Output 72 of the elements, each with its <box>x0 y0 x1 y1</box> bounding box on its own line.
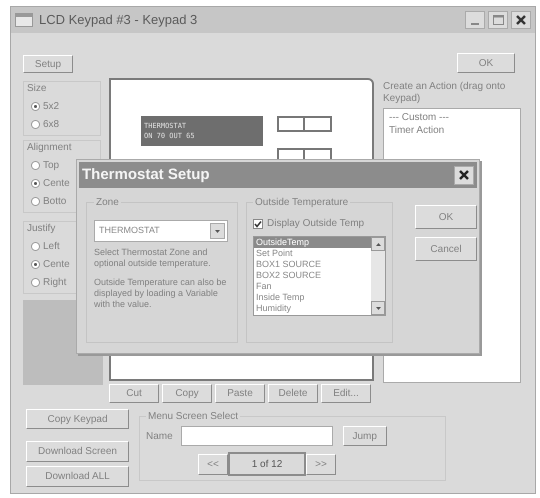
close-button[interactable] <box>454 166 474 184</box>
page-indicator: 1 of 12 <box>228 452 306 476</box>
list-item[interactable]: OutsideTemp <box>254 237 371 248</box>
name-field[interactable] <box>180 426 333 446</box>
down-arrow-icon <box>376 306 380 310</box>
radio-button[interactable] <box>31 102 40 111</box>
group-label: Justify <box>27 222 56 236</box>
edit-button[interactable]: Cut <box>109 384 159 403</box>
dialog-button[interactable]: Cancel <box>415 237 477 261</box>
name-label: Name <box>146 430 173 444</box>
maximize-icon <box>492 15 504 25</box>
minimize-button[interactable] <box>465 11 485 29</box>
note-text: Outside Temperature can also be displayed by loading a Variable with the value. <box>94 277 228 310</box>
group-label: Outside Temperature <box>254 196 350 210</box>
action-item[interactable]: --- Custom --- <box>389 111 515 124</box>
group-label: Alignment <box>27 141 72 155</box>
radio-button[interactable] <box>31 278 40 287</box>
action-button[interactable]: Copy Keypad <box>26 409 129 429</box>
checkbox[interactable] <box>253 218 263 228</box>
radio-label: Top <box>43 159 60 173</box>
radio-label: Cente <box>43 258 70 272</box>
list-item[interactable]: BOX1 SOURCE <box>254 259 371 270</box>
ok-button[interactable]: OK <box>457 53 515 73</box>
group-label: Zone <box>95 196 120 210</box>
radio-button[interactable] <box>31 242 40 251</box>
actions-label: Create an Action (drag onto Keypad) <box>383 81 506 105</box>
list-item[interactable]: Humidity <box>254 303 371 314</box>
group-label: Size <box>27 82 48 96</box>
next-button[interactable]: >> <box>306 454 336 474</box>
dropdown-button[interactable] <box>210 223 225 239</box>
scrollbar[interactable] <box>371 237 385 315</box>
minimize-icon <box>471 23 479 25</box>
edit-button[interactable]: Edit... <box>321 384 371 403</box>
edit-button[interactable]: Copy <box>162 384 212 403</box>
list-item[interactable]: Inside Temp <box>254 292 371 303</box>
radio-button[interactable] <box>31 161 40 170</box>
window-icon <box>15 13 33 27</box>
radio-label: 6x8 <box>43 118 60 132</box>
action-button[interactable]: Download Screen <box>26 441 129 462</box>
radio-label: Right <box>43 276 66 290</box>
radio-button[interactable] <box>31 197 40 206</box>
close-button[interactable] <box>511 11 531 29</box>
group-label: Menu Screen Select <box>147 410 240 424</box>
radio-button[interactable] <box>31 120 40 129</box>
radio-label: Botto <box>43 195 66 209</box>
caret-icon <box>215 230 220 232</box>
window-title: LCD Keypad #3 - Keypad 3 <box>39 11 198 30</box>
radio-label: 5x2 <box>43 100 60 114</box>
previous-button[interactable]: << <box>198 454 228 474</box>
radio-label: Cente <box>43 177 70 191</box>
list-item[interactable]: Fan <box>254 281 371 292</box>
help-text: Select Thermostat Zone and optional outside temperature. <box>94 247 212 269</box>
radio-label: Left <box>43 240 60 254</box>
radio-button[interactable] <box>31 260 40 269</box>
radio-button[interactable] <box>31 179 40 188</box>
action-button[interactable]: Download ALL <box>26 466 129 487</box>
zone-dropdown[interactable]: THERMOSTAT <box>94 220 228 242</box>
setup-button[interactable]: Setup <box>23 55 73 73</box>
action-item[interactable]: Timer Action <box>389 124 515 137</box>
list-item[interactable]: BOX2 SOURCE <box>254 270 371 281</box>
variable-list[interactable]: OutsideTemp Set Point BOX1 SOURCE BOX2 SOURCE Fan Inside Temp Humidity <box>253 236 386 316</box>
dialog-button[interactable]: OK <box>415 205 477 229</box>
checkbox-label: Display Outside Temp <box>267 217 364 231</box>
edit-button[interactable]: Delete <box>268 384 318 403</box>
dialog-title: Thermostat Setup <box>82 164 210 185</box>
up-arrow-icon <box>376 242 380 246</box>
close-icon <box>516 15 526 25</box>
close-icon <box>459 170 469 180</box>
jump-button[interactable]: Jump <box>342 426 387 446</box>
edit-button[interactable]: Paste <box>215 384 265 403</box>
keypad-button[interactable] <box>277 116 332 132</box>
list-item[interactable]: Set Point <box>254 248 371 259</box>
